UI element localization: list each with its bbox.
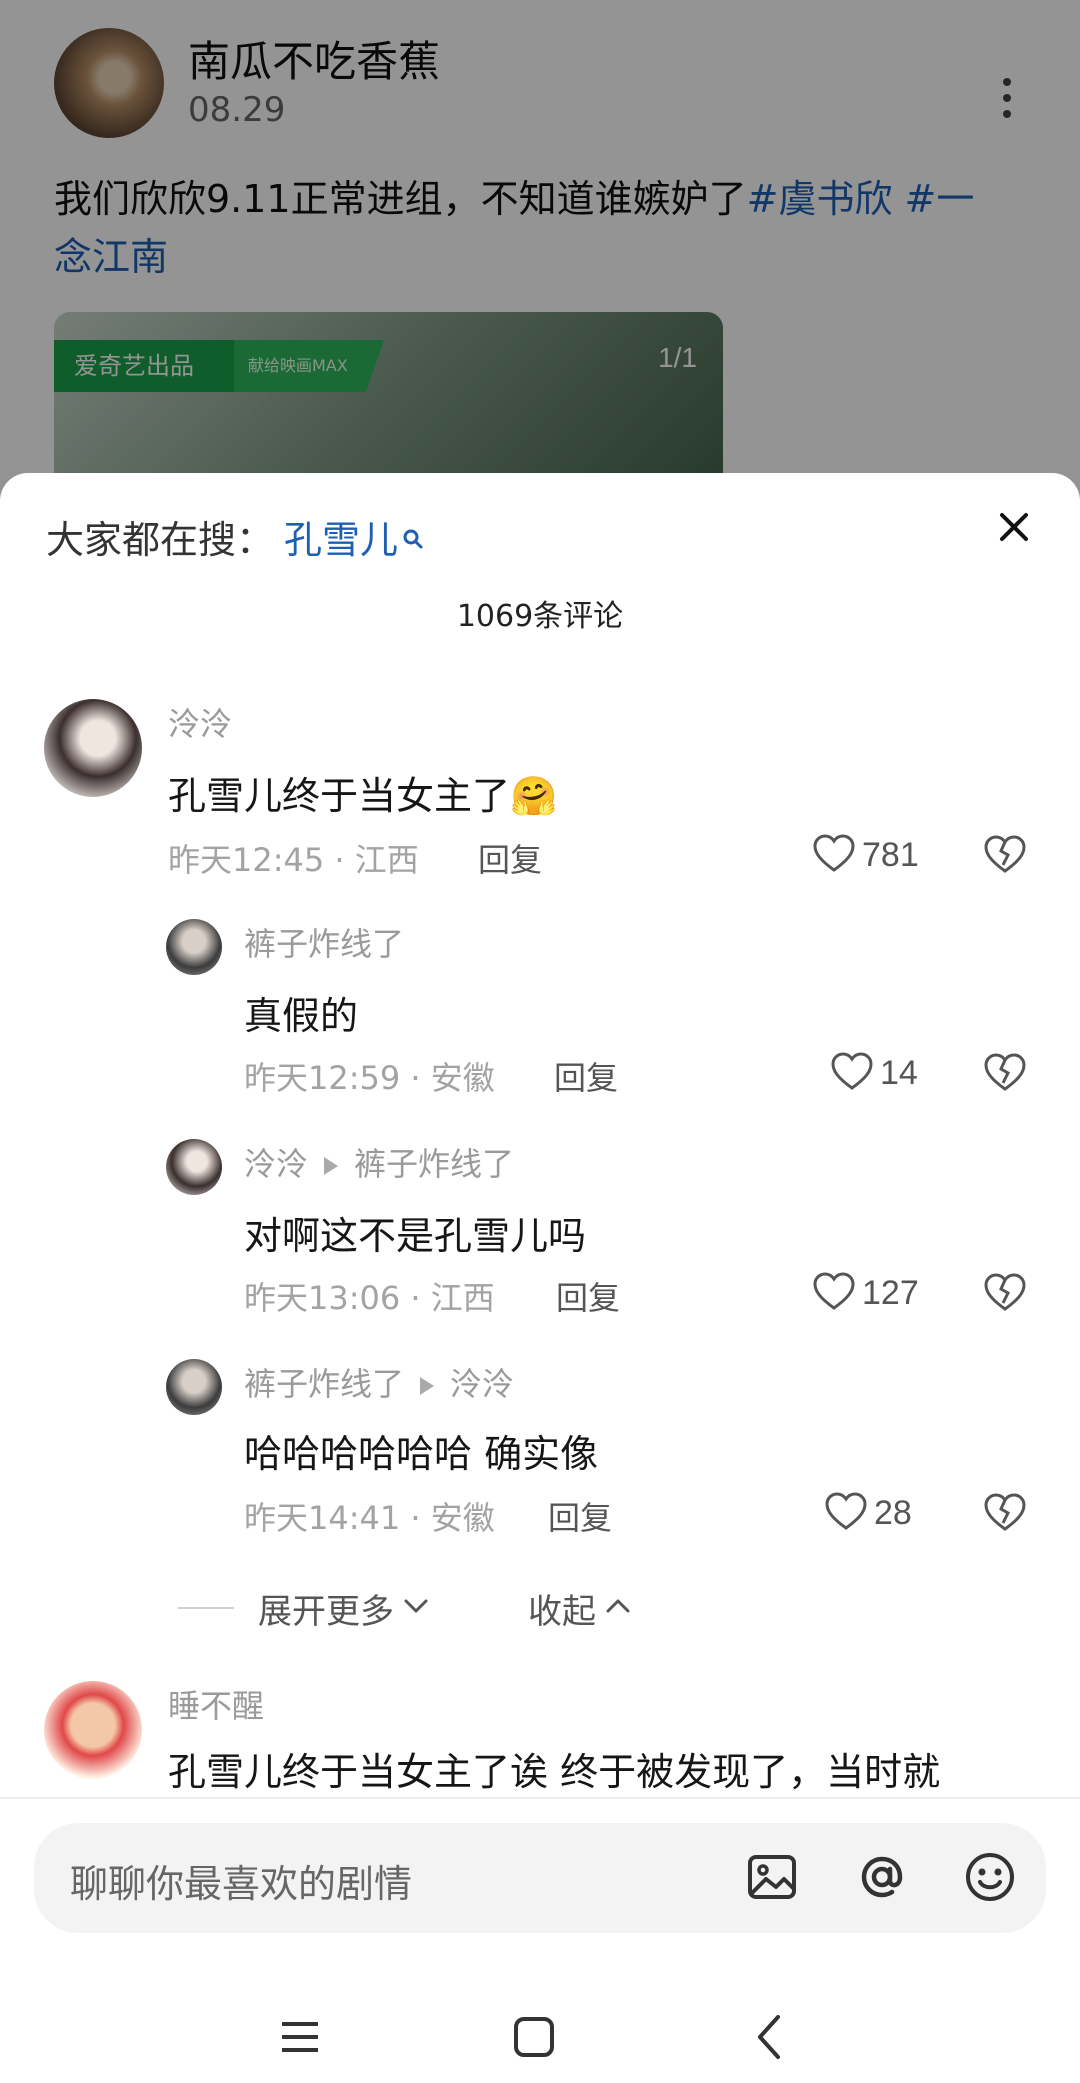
expand-more-label: 展开更多: [258, 1591, 394, 1632]
menu-icon[interactable]: [270, 2007, 330, 2067]
chevron-up-icon: [604, 1596, 632, 1620]
like-count: 28: [874, 1493, 912, 1532]
avatar[interactable]: [166, 919, 222, 975]
like-count: 781: [862, 835, 919, 874]
comment-time: 昨天12:59 · 安徽: [244, 1059, 495, 1097]
chevron-down-icon: [402, 1596, 430, 1620]
comment-text: 真假的: [244, 994, 359, 1038]
broken-heart-icon[interactable]: [982, 1051, 1028, 1095]
avatar[interactable]: [166, 1139, 222, 1195]
post-card: 南瓜不吃香蕉 08.29 我们欣欣9.11正常进组，不知道谁嫉妒了#虞书欣 #一…: [0, 0, 1080, 552]
trending-search-keyword[interactable]: 孔雪儿: [284, 518, 398, 562]
heart-outline-icon: [812, 833, 856, 877]
comment-input-placeholder: 聊聊你最喜欢的剧情: [70, 1862, 413, 1906]
trending-search-prefix: 大家都在搜：: [46, 518, 275, 562]
heart-outline-icon: [830, 1051, 874, 1095]
comment-author[interactable]: 睡不醒: [168, 1681, 264, 1727]
home-square-icon[interactable]: [504, 2007, 564, 2067]
reply-button[interactable]: 回复: [556, 1273, 620, 1319]
reply-target-name[interactable]: 泠泠: [450, 1365, 514, 1403]
comment-author[interactable]: 泠泠: [168, 699, 232, 745]
emoji-icon[interactable]: [962, 1849, 1018, 1905]
like-button[interactable]: 28: [824, 1491, 912, 1535]
divider-line: [178, 1607, 234, 1609]
system-nav-bar: [0, 1985, 1080, 2083]
avatar[interactable]: [44, 1681, 142, 1779]
comment-author-name[interactable]: 泠泠: [244, 1145, 308, 1183]
back-icon[interactable]: [740, 2007, 800, 2067]
like-count: 14: [880, 1053, 918, 1092]
comment-count-title: 1069条评论: [456, 599, 624, 634]
comment-text: 孔雪儿终于当女主了诶 终于被发现了，当时就: [168, 1750, 941, 1794]
reply-arrow-icon: [420, 1377, 435, 1395]
like-button[interactable]: 781: [812, 833, 919, 877]
like-button[interactable]: 127: [812, 1271, 919, 1315]
broken-heart-icon[interactable]: [982, 1491, 1028, 1535]
image-icon[interactable]: [744, 1849, 800, 1905]
comment-text: 哈哈哈哈哈哈 确实像: [244, 1432, 599, 1476]
comment-author[interactable]: 裤子炸线了 泠泠: [244, 1359, 514, 1405]
reply-button[interactable]: 回复: [478, 835, 542, 881]
overlay-dim[interactable]: [0, 0, 1080, 520]
heart-outline-icon: [824, 1491, 868, 1535]
comment-author[interactable]: 泠泠 裤子炸线了: [244, 1139, 514, 1185]
collapse-button[interactable]: 收起: [528, 1583, 632, 1633]
search-icon: [402, 515, 424, 549]
comment-author[interactable]: 裤子炸线了: [244, 919, 404, 965]
comment-text: 孔雪儿终于当女主了🤗: [168, 774, 558, 818]
reply-arrow-icon: [324, 1157, 339, 1175]
avatar[interactable]: [166, 1359, 222, 1415]
reply-target-name[interactable]: 裤子炸线了: [354, 1145, 514, 1183]
comment-time: 昨天14:41 · 安徽: [244, 1499, 495, 1537]
comment-text: 对啊这不是孔雪儿吗: [244, 1214, 587, 1258]
close-icon[interactable]: [990, 503, 1038, 551]
broken-heart-icon[interactable]: [982, 1271, 1028, 1315]
expand-more-button[interactable]: 展开更多: [178, 1583, 430, 1633]
at-icon[interactable]: [854, 1849, 910, 1905]
reply-button[interactable]: 回复: [548, 1493, 612, 1539]
avatar[interactable]: [44, 699, 142, 797]
trending-search[interactable]: 大家都在搜： 孔雪儿: [46, 509, 424, 564]
heart-outline-icon: [812, 1271, 856, 1315]
comment-time: 昨天13:06 · 江西: [244, 1279, 495, 1317]
reply-button[interactable]: 回复: [554, 1053, 618, 1099]
comment-input[interactable]: 聊聊你最喜欢的剧情: [34, 1823, 1046, 1933]
like-button[interactable]: 14: [830, 1051, 918, 1095]
like-count: 127: [862, 1273, 919, 1312]
comment-author-name[interactable]: 裤子炸线了: [244, 1365, 404, 1403]
comment-sheet: 大家都在搜： 孔雪儿 1069条评论 泠泠 孔雪儿终于当女主了🤗 昨天12:45 …: [0, 473, 1080, 2083]
broken-heart-icon[interactable]: [982, 833, 1028, 877]
input-divider: [0, 1797, 1080, 1799]
collapse-label: 收起: [528, 1591, 596, 1632]
comment-time: 昨天12:45 · 江西: [168, 841, 419, 879]
